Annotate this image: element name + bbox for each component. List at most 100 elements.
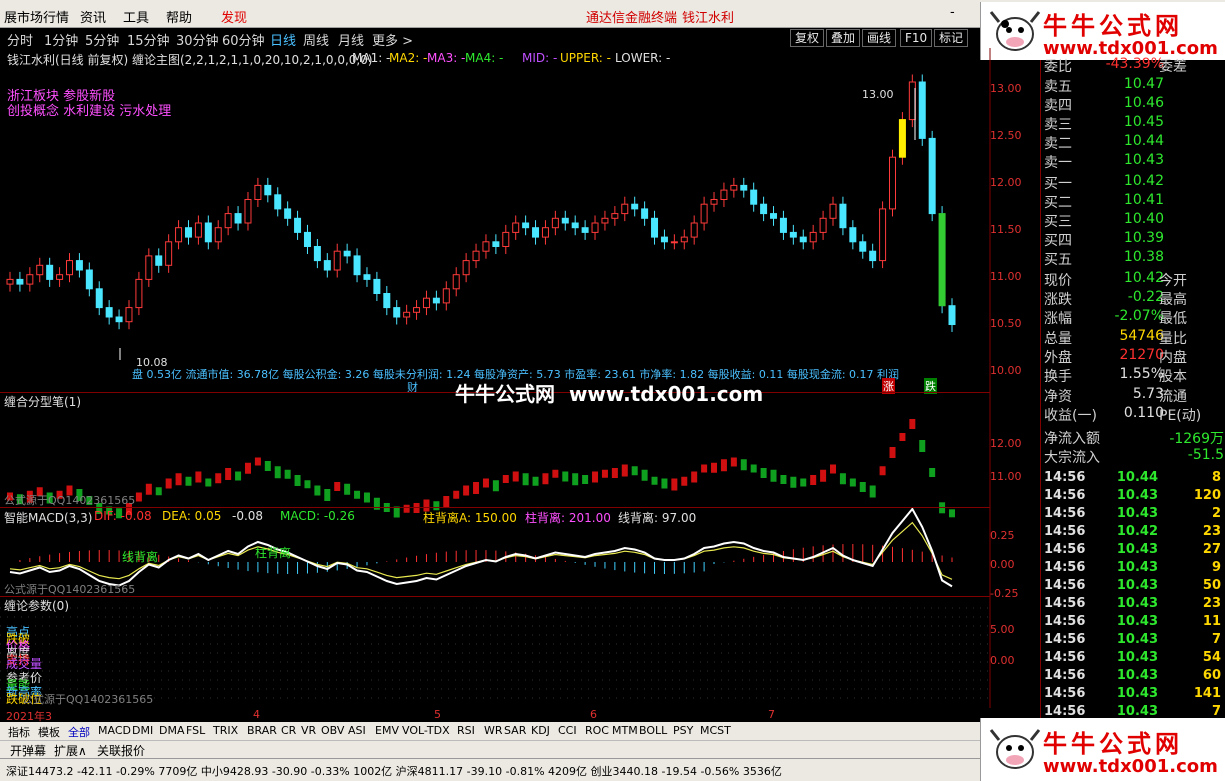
- indicator-tab[interactable]: ASI: [348, 724, 366, 737]
- tick-price: 10.43: [1116, 542, 1158, 557]
- buy-level-row[interactable]: 买四 10.39: [1044, 230, 1224, 249]
- indicator-tab[interactable]: 全部: [68, 724, 90, 740]
- quote-value: -1269万: [1169, 431, 1224, 447]
- candle-body: [660, 236, 668, 243]
- danmu-button[interactable]: 开弹幕: [10, 742, 46, 759]
- tf-daily[interactable]: 日线: [270, 30, 296, 49]
- tf-monthly[interactable]: 月线: [338, 30, 364, 49]
- tick-row: 14:56 10.43 11: [1040, 614, 1225, 632]
- indicator-tab[interactable]: WR: [484, 724, 503, 737]
- indicator-tab[interactable]: SAR: [504, 724, 526, 737]
- indicator-tab[interactable]: PSY: [673, 724, 693, 737]
- quote-value: 21270: [1119, 347, 1164, 363]
- indicator-tab[interactable]: MTM: [612, 724, 638, 737]
- strength-bar: [175, 473, 182, 486]
- strength-bar: [284, 469, 291, 479]
- indicator-tab[interactable]: 指标: [8, 724, 30, 740]
- tick-time: 14:56: [1044, 632, 1086, 647]
- tf-15min[interactable]: 15分钟: [127, 30, 170, 49]
- strength-bar: [889, 447, 896, 458]
- tick-time: 14:56: [1044, 704, 1086, 719]
- strength-bar: [244, 462, 251, 474]
- indicator-tab[interactable]: KDJ: [531, 724, 550, 737]
- buy-level-row[interactable]: 买一 10.42: [1044, 173, 1224, 192]
- strength-bar: [413, 503, 420, 513]
- overlay-button[interactable]: 叠加: [826, 29, 861, 47]
- f10-button[interactable]: F10: [900, 29, 933, 47]
- buy-level-row[interactable]: 买三 10.40: [1044, 211, 1224, 230]
- sell-level-row[interactable]: 卖五 10.47: [1044, 76, 1224, 95]
- quote-label-2: 量比: [1159, 331, 1187, 347]
- menu-tools[interactable]: 工具: [123, 7, 149, 26]
- tick-time: 14:56: [1044, 686, 1086, 701]
- candle-body: [353, 255, 361, 276]
- minimize-button[interactable]: -: [950, 5, 955, 20]
- strength-bar: [701, 464, 708, 473]
- strength-bar: [532, 476, 539, 486]
- indicator-tab[interactable]: CCI: [558, 724, 577, 737]
- candle-body: [651, 217, 659, 238]
- panel2-footer: 公式源于QQ1402361565: [4, 494, 136, 507]
- indicator-tab[interactable]: MACD: [98, 724, 131, 737]
- sell-level-row[interactable]: 卖一 10.43: [1044, 152, 1224, 171]
- menu-news[interactable]: 资讯: [80, 7, 106, 26]
- sell-level-row[interactable]: 卖三 10.45: [1044, 114, 1224, 133]
- indicator-tab[interactable]: FSL: [186, 724, 205, 737]
- fuquan-button[interactable]: 复权: [790, 29, 825, 47]
- indicator-tab[interactable]: 模板: [38, 724, 60, 740]
- menu-market[interactable]: 展市场行情: [4, 7, 69, 26]
- panel-separator: [0, 507, 990, 508]
- quote-row: 涨幅 -2.07% 最低: [1044, 308, 1224, 327]
- y-tick: 0.00: [990, 558, 1015, 571]
- menu-discover[interactable]: 发现: [221, 7, 247, 26]
- expand-button[interactable]: 扩展∧: [54, 742, 87, 759]
- mark-button[interactable]: 标记: [934, 29, 969, 47]
- strength-bar: [225, 468, 232, 480]
- indicator-tab[interactable]: DMA: [159, 724, 185, 737]
- tf-fenshi[interactable]: 分时: [7, 30, 33, 49]
- indicator-tab[interactable]: TRIX: [213, 724, 238, 737]
- strength-bar: [760, 468, 767, 478]
- indicator-tab[interactable]: ROC: [585, 724, 609, 737]
- tf-weekly[interactable]: 周线: [303, 30, 329, 49]
- tf-5min[interactable]: 5分钟: [85, 30, 119, 49]
- indicator-tab[interactable]: BOLL: [639, 724, 667, 737]
- indicator-tab[interactable]: MCST: [700, 724, 731, 737]
- tick-row: 14:56 10.43 60: [1040, 668, 1225, 686]
- strength-bar: [135, 492, 142, 502]
- tick-row: 14:56 10.43 50: [1040, 578, 1225, 596]
- candle-body: [303, 231, 311, 247]
- strength-bar: [949, 509, 955, 518]
- buy-level-row[interactable]: 买五 10.38: [1044, 249, 1224, 268]
- indicator-tab[interactable]: CR: [281, 724, 296, 737]
- candle-body: [155, 255, 163, 266]
- indicator-tab[interactable]: RSI: [457, 724, 475, 737]
- sell-level-row[interactable]: 卖二 10.44: [1044, 133, 1224, 152]
- sell-level-row[interactable]: 卖四 10.46: [1044, 95, 1224, 114]
- tf-30min[interactable]: 30分钟: [176, 30, 219, 49]
- sell-level-price: 10.46: [1123, 95, 1164, 111]
- related-quote-button[interactable]: 关联报价: [97, 742, 145, 759]
- draw-button[interactable]: 画线: [862, 29, 897, 47]
- tf-1min[interactable]: 1分钟: [44, 30, 78, 49]
- indicator-tab[interactable]: BRAR: [247, 724, 277, 737]
- tick-time: 14:56: [1044, 668, 1086, 683]
- indicator-tab[interactable]: EMV: [375, 724, 399, 737]
- candle-body: [879, 208, 887, 262]
- tf-more[interactable]: 更多 >: [372, 30, 413, 49]
- quote-label: 涨幅: [1044, 311, 1072, 327]
- buy-level-row[interactable]: 买二 10.41: [1044, 192, 1224, 211]
- indicator-tab[interactable]: VOL-TDX: [402, 724, 450, 737]
- indicator-tab[interactable]: OBV: [321, 724, 344, 737]
- strength-bar: [502, 475, 509, 483]
- menu-help[interactable]: 帮助: [166, 7, 192, 26]
- date-label: 4: [253, 708, 260, 721]
- indicator-tab[interactable]: VR: [301, 724, 316, 737]
- candle-body: [730, 184, 738, 191]
- strength-bar: [849, 478, 856, 487]
- indicator-tab[interactable]: DMI: [132, 724, 153, 737]
- strength-bar: [592, 471, 599, 483]
- tf-60min[interactable]: 60分钟: [222, 30, 265, 49]
- candle-body: [56, 274, 64, 280]
- strength-bar: [403, 504, 410, 513]
